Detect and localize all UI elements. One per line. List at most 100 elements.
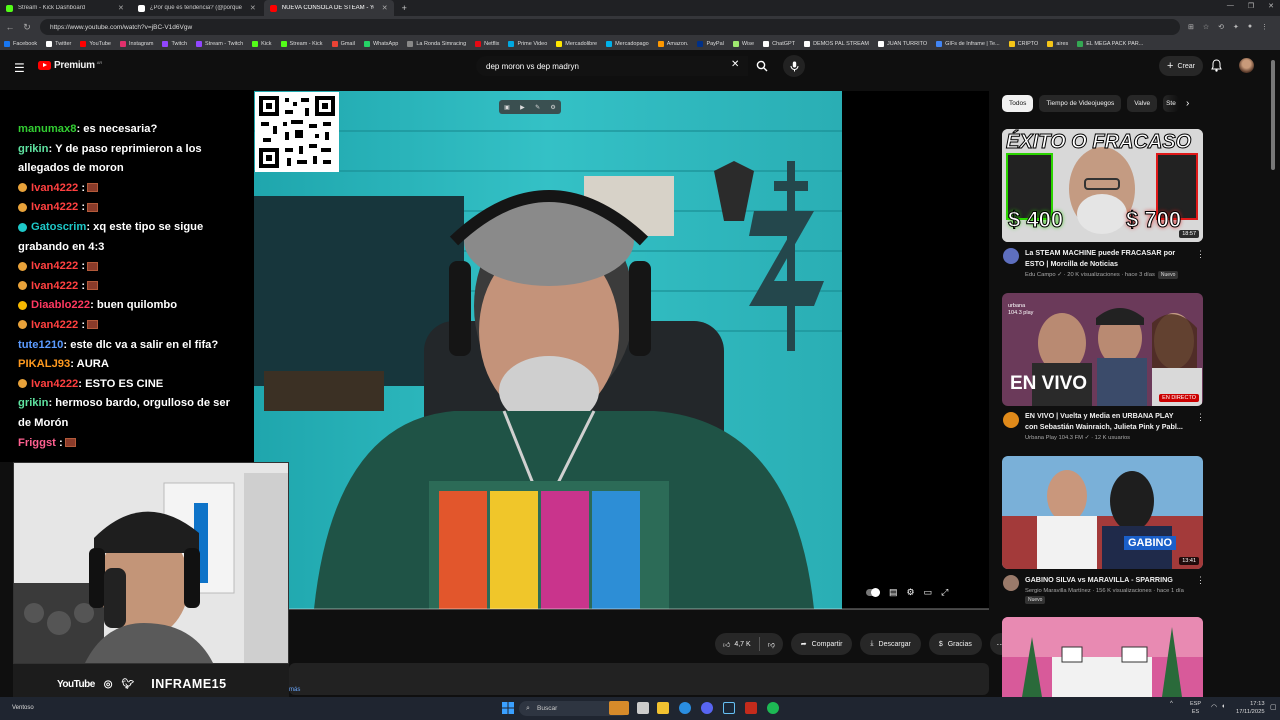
share-button[interactable]: ➦ Compartir — [790, 633, 853, 655]
tray-chevron-icon[interactable]: ^ — [1170, 701, 1173, 707]
progress-bar[interactable] — [254, 608, 989, 610]
discord-icon[interactable] — [701, 702, 713, 714]
app-icon[interactable] — [745, 702, 757, 714]
spotify-icon[interactable] — [767, 702, 779, 714]
install-icon[interactable]: ⊞ — [1188, 23, 1194, 31]
volume-icon[interactable]: ◖ — [1221, 703, 1225, 710]
bookmark-item[interactable]: Amazon. — [657, 41, 688, 47]
clear-search-icon[interactable]: ✕ — [731, 59, 739, 70]
edge-icon[interactable] — [679, 702, 691, 714]
puzzle-icon[interactable]: ✦ — [1233, 23, 1239, 31]
miniplayer-icon[interactable]: ▭ — [924, 587, 933, 598]
bookmark-item[interactable]: Gmail — [331, 41, 355, 47]
close-icon[interactable]: ✕ — [382, 4, 388, 12]
bookmark-item[interactable]: Stream - Kick — [280, 41, 323, 47]
create-button[interactable]: + Crear — [1159, 56, 1203, 76]
weather-widget[interactable]: Ventoso — [12, 705, 34, 711]
bookmark-star-icon[interactable]: ☆ — [1203, 23, 1209, 31]
file-explorer-icon[interactable] — [657, 702, 669, 714]
back-icon[interactable]: ← — [3, 22, 17, 32]
settings-gear-icon[interactable]: ⚙ — [907, 587, 915, 598]
screenshot-icon[interactable]: ▣ — [504, 104, 510, 111]
bookmark-item[interactable]: ChatGPT — [763, 41, 795, 47]
settings-icon[interactable]: ⚙ — [550, 104, 555, 111]
fullscreen-icon[interactable]: ⤢ — [941, 587, 948, 598]
close-icon[interactable]: ✕ — [250, 4, 256, 12]
menu-dots-icon[interactable]: ⋮ — [1261, 23, 1268, 31]
recommendation-title[interactable]: GABINO SILVA vs MARAVILLA - SPARRING — [1025, 575, 1185, 586]
close-window-icon[interactable]: ✕ — [1268, 2, 1274, 10]
bookmark-item[interactable]: Prime Video — [508, 41, 547, 47]
bookmark-item[interactable]: YouTube — [80, 41, 111, 47]
subtitles-icon[interactable]: ▤ — [889, 587, 898, 598]
thanks-button[interactable]: $ Gracias — [928, 633, 982, 655]
bookmark-item[interactable]: DEMOS PAL STREAM — [804, 41, 869, 47]
bookmark-item[interactable]: Kick — [252, 41, 272, 47]
bookmark-item[interactable]: Netflix — [475, 41, 499, 47]
dislike-button[interactable]: 👎︎ — [760, 640, 783, 649]
account-avatar[interactable] — [1239, 58, 1254, 73]
voice-search-button[interactable] — [783, 55, 805, 77]
bookmark-item[interactable]: CRIPTO — [1008, 41, 1038, 47]
windows-start-icon[interactable] — [502, 702, 514, 714]
video-player[interactable]: ▣ ▶ ✎ ⚙ — [254, 91, 842, 609]
bookmark-item[interactable]: Instagram — [119, 41, 153, 47]
search-button[interactable] — [750, 56, 774, 76]
notifications-bell-icon[interactable] — [1211, 59, 1222, 72]
browser-tab-youtube[interactable]: NUEVA CONSOLA DE STEAM - Yo ✕ — [263, 0, 394, 16]
show-more-link[interactable]: más — [289, 687, 300, 693]
description-box[interactable]: más — [289, 663, 989, 695]
bookmark-item[interactable]: aires — [1047, 41, 1068, 47]
recommendation-title[interactable]: EN VIVO | Vuelta y Media en URBANA PLAY … — [1025, 411, 1185, 432]
bookmark-item[interactable]: EL MEGA PACK PAR... — [1077, 41, 1143, 47]
channel-avatar[interactable] — [1003, 575, 1019, 591]
bookmark-item[interactable]: Stream - Twitch — [196, 41, 243, 47]
page-scrollbar[interactable] — [1271, 60, 1275, 170]
edit-icon[interactable]: ✎ — [535, 104, 540, 111]
steam-icon[interactable] — [723, 702, 735, 714]
youtube-premium-logo[interactable]: Premium AR — [38, 60, 102, 71]
autoplay-toggle[interactable] — [866, 587, 880, 597]
new-tab-button[interactable]: + — [396, 0, 413, 16]
bookmark-item[interactable]: PayPal — [697, 41, 724, 47]
language-indicator[interactable]: ESP ES — [1190, 700, 1201, 716]
more-vert-icon[interactable]: ⋮ — [1196, 412, 1205, 423]
bookmark-item[interactable]: Mercadopago — [606, 41, 649, 47]
chip-valve[interactable]: Valve — [1127, 95, 1158, 112]
notifications-icon[interactable]: ▢ — [1270, 703, 1277, 711]
more-vert-icon[interactable]: ⋮ — [1196, 575, 1205, 586]
bookmark-item[interactable]: Facebook — [4, 41, 37, 47]
chip-todos[interactable]: Todos — [1002, 95, 1034, 112]
wifi-icon[interactable]: ◠ — [1211, 703, 1217, 711]
recommendation-thumbnail[interactable]: urbana 104.3 play EN VIVO EN DIRECTO — [1002, 293, 1203, 406]
minimize-icon[interactable]: — — [1227, 2, 1234, 10]
browser-tab-kick[interactable]: Stream - Kick Dashboard ✕ — [0, 0, 130, 16]
bookmark-item[interactable]: JUAN TURRITO — [878, 41, 927, 47]
maximize-icon[interactable]: ❐ — [1248, 2, 1254, 10]
pip-icon[interactable]: ▶ — [520, 104, 525, 111]
more-vert-icon[interactable]: ⋮ — [1196, 249, 1205, 260]
system-clock[interactable]: 17:13 17/11/2025 — [1236, 700, 1265, 716]
bookmark-item[interactable]: Mercadolibre — [556, 41, 597, 47]
close-icon[interactable]: ✕ — [118, 4, 124, 12]
reload-icon[interactable]: ↻ — [20, 22, 34, 33]
browser-tab-x[interactable]: ¿Por qué es tendencia? (@porque ✕ — [132, 0, 262, 16]
bookmark-item[interactable]: Twitch — [162, 41, 187, 47]
turtles-widget-icon[interactable] — [609, 701, 629, 715]
recommendation-thumbnail[interactable] — [1002, 617, 1203, 697]
recommendation-thumbnail[interactable]: ÉXITO O FRACASO $ 400 $ 700 18:57 — [1002, 129, 1203, 242]
chip-steam[interactable]: Ste — [1163, 95, 1180, 112]
bookmark-item[interactable]: Twitter — [46, 41, 71, 47]
download-button[interactable]: ⤓ Descargar — [860, 633, 921, 655]
bookmark-item[interactable]: WhatsApp — [363, 41, 398, 47]
channel-avatar[interactable] — [1003, 248, 1019, 264]
recommendation-title[interactable]: La STEAM MACHINE puede FRACASAR por ESTO… — [1025, 248, 1185, 269]
extension-icon[interactable]: ⟲ — [1218, 23, 1224, 31]
chip-tiempo-de-videojuegos[interactable]: Tiempo de Videojuegos — [1039, 95, 1122, 112]
like-button[interactable]: 👍︎ 4,7 K — [715, 640, 759, 649]
chevron-right-icon[interactable]: › — [1186, 98, 1189, 109]
bookmark-item[interactable]: GIFs de Inframe | Te... — [936, 41, 1000, 47]
bookmark-item[interactable]: La Ronda Simracing — [407, 41, 466, 47]
recommendation-thumbnail[interactable]: GABINO 13:41 — [1002, 456, 1203, 569]
channel-avatar[interactable] — [1003, 412, 1019, 428]
